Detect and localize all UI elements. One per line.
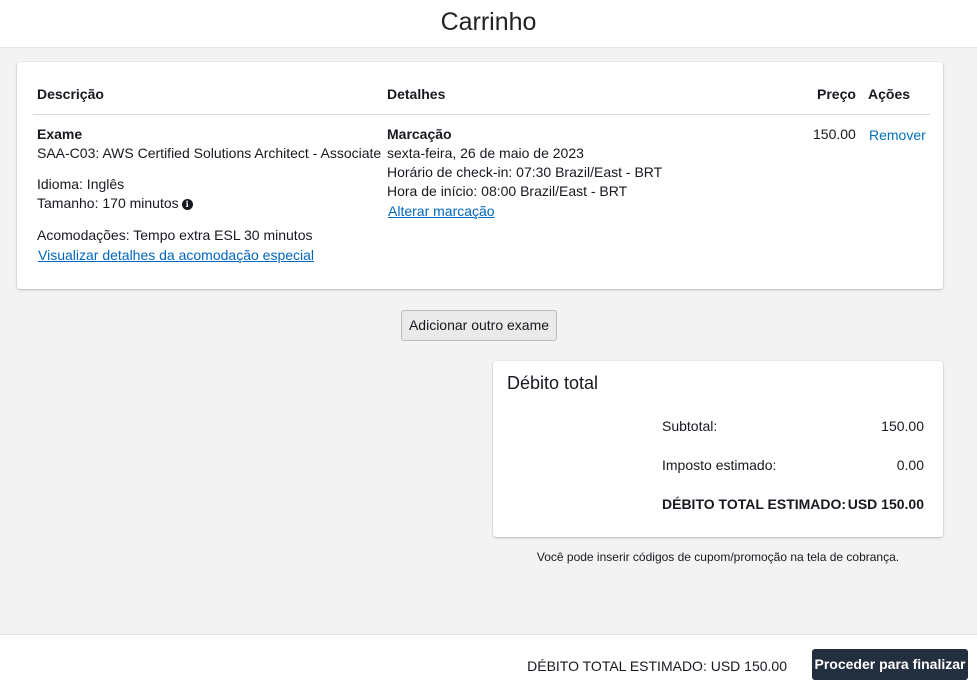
exam-language: Idioma: Inglês bbox=[37, 176, 125, 192]
exam-length: Tamanho: 170 minutos i bbox=[37, 194, 193, 213]
subtotal-value: 150.00 bbox=[881, 418, 924, 434]
page-header: Carrinho bbox=[0, 0, 977, 48]
column-header-description: Descrição bbox=[37, 86, 104, 102]
estimated-total-value: USD 150.00 bbox=[847, 496, 924, 512]
start-time: Hora de início: 08:00 Brazil/East - BRT bbox=[387, 183, 628, 199]
exam-accommodations: Acomodações: Tempo extra ESL 30 minutos bbox=[37, 227, 313, 243]
column-header-details: Detalhes bbox=[387, 86, 446, 102]
booking-date: sexta-feira, 26 de maio de 2023 bbox=[387, 145, 584, 161]
header-divider bbox=[33, 114, 930, 115]
tax-label: Imposto estimado: bbox=[662, 457, 777, 473]
checkout-page: Carrinho Descrição Detalhes Preço Ações … bbox=[0, 0, 977, 683]
item-type-label: Exame bbox=[37, 126, 83, 142]
column-header-actions: Ações bbox=[868, 86, 911, 102]
footer-bar: DÉBITO TOTAL ESTIMADO: USD 150.00 Proced… bbox=[0, 634, 977, 683]
exam-length-text: Tamanho: 170 minutos bbox=[37, 195, 179, 211]
estimated-total-label: DÉBITO TOTAL ESTIMADO: bbox=[662, 496, 847, 512]
accommodation-details-link[interactable]: Visualizar detalhes da acomodação especi… bbox=[38, 246, 314, 265]
page-title: Carrinho bbox=[440, 8, 537, 36]
footer-estimated-total: DÉBITO TOTAL ESTIMADO: USD 150.00 bbox=[527, 658, 787, 674]
subtotal-label: Subtotal: bbox=[662, 418, 718, 434]
remove-link[interactable]: Remover bbox=[869, 126, 926, 145]
total-summary-card: Débito total Subtotal: 150.00 Imposto es… bbox=[493, 361, 943, 537]
booking-label: Marcação bbox=[387, 126, 452, 142]
coupon-note: Você pode inserir códigos de cupom/promo… bbox=[536, 550, 900, 564]
total-title: Débito total bbox=[507, 373, 599, 393]
checkin-time: Horário de check-in: 07:30 Brazil/East -… bbox=[387, 164, 663, 180]
exam-name: SAA-C03: AWS Certified Solutions Archite… bbox=[37, 145, 382, 161]
add-another-exam-button[interactable]: Adicionar outro exame bbox=[401, 310, 557, 341]
item-price: 150.00 bbox=[813, 126, 856, 142]
change-booking-link[interactable]: Alterar marcação bbox=[388, 202, 495, 221]
info-circle-icon[interactable]: i bbox=[181, 199, 193, 210]
cart-table: Descrição Detalhes Preço Ações Exame SAA… bbox=[17, 62, 943, 289]
tax-value: 0.00 bbox=[896, 457, 924, 473]
proceed-to-checkout-button[interactable]: Proceder para finalizar bbox=[812, 649, 968, 680]
column-header-price: Preço bbox=[817, 86, 856, 102]
